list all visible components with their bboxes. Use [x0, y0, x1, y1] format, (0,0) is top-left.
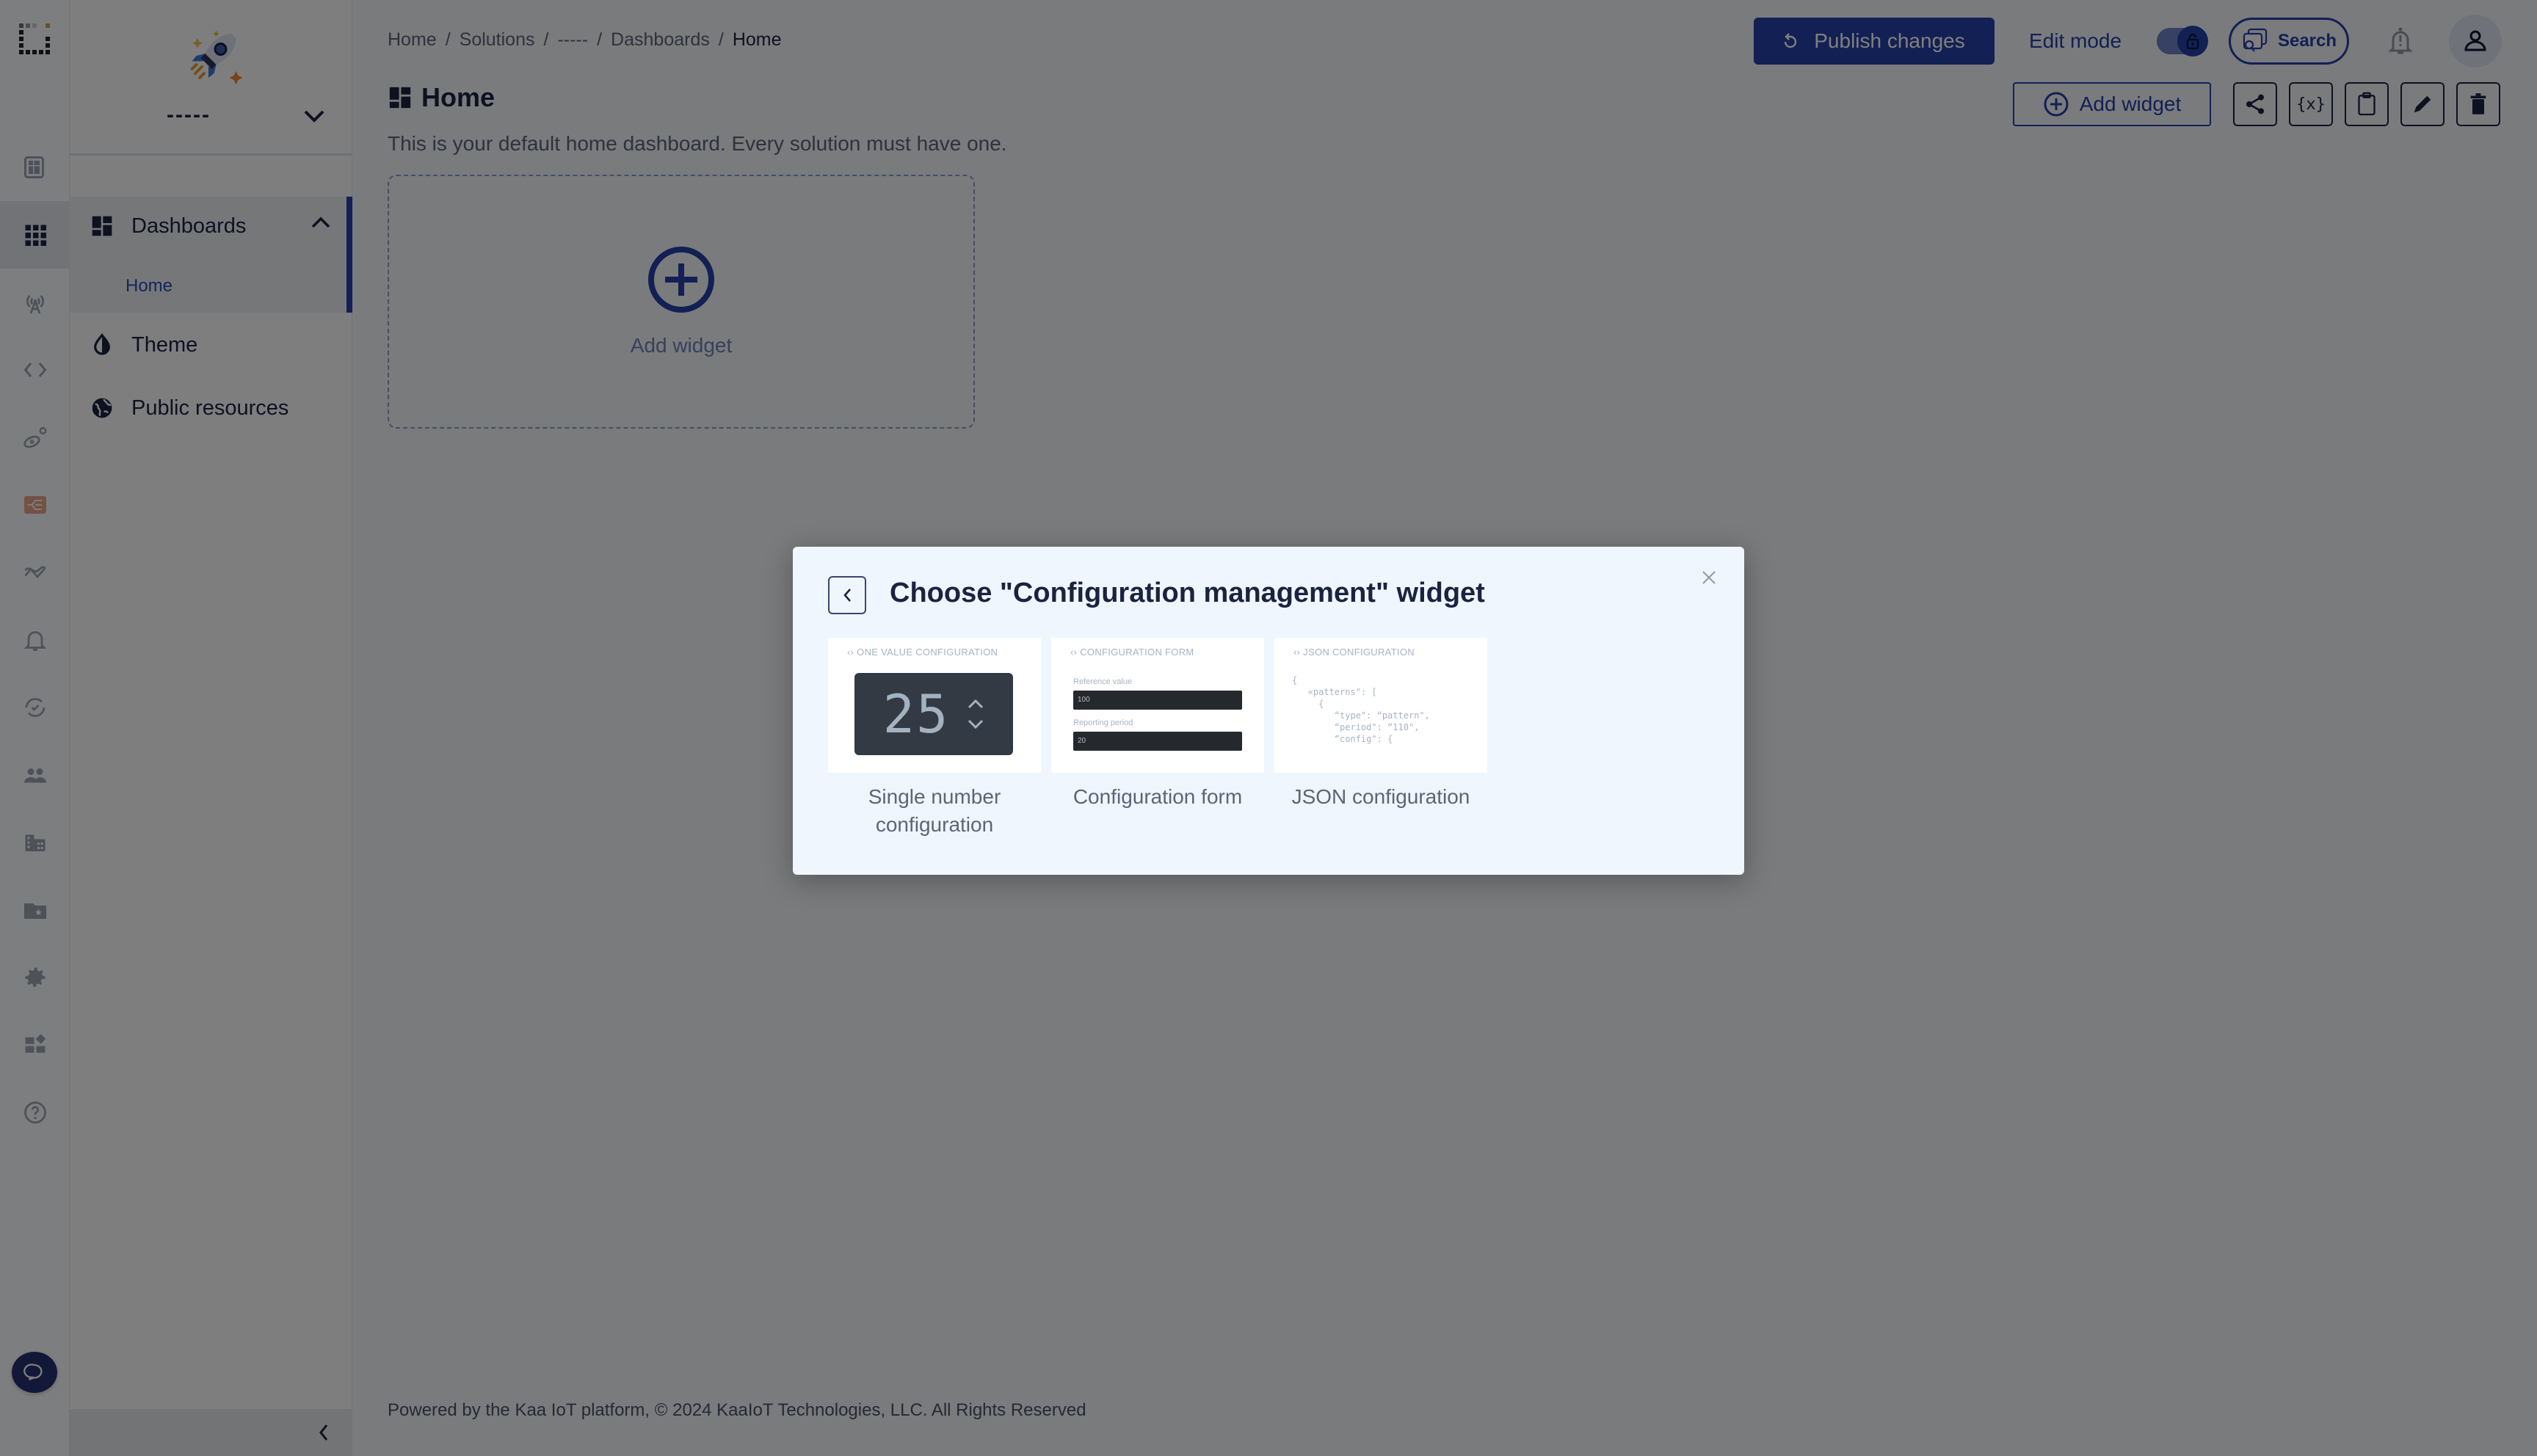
widget-preview: ‹› CONFIGURATION FORM Reference value 10… — [1051, 638, 1264, 773]
widget-option-single-number[interactable]: ‹› ONE VALUE CONFIGURATION 25 Single num… — [828, 638, 1041, 836]
chevron-down-icon — [968, 719, 984, 729]
widget-option-caption: JSON configuration — [1291, 785, 1470, 808]
back-button[interactable] — [828, 576, 866, 614]
chevron-left-icon — [843, 589, 851, 602]
widget-preview: ‹› JSON CONFIGURATION { «patterns": [ { … — [1274, 638, 1487, 773]
choose-widget-dialog: Choose "Configuration management" widget… — [793, 547, 1744, 875]
widget-option-caption: Single number configuration — [868, 785, 1001, 836]
preview-field-value: 20 — [1073, 732, 1242, 751]
close-icon — [1702, 571, 1716, 584]
preview-header: ‹› JSON CONFIGURATION — [1293, 647, 1415, 658]
preview-field-value: 100 — [1073, 691, 1242, 710]
dialog-title: Choose "Configuration management" widget — [890, 578, 1485, 608]
widget-preview: ‹› ONE VALUE CONFIGURATION 25 — [828, 638, 1041, 773]
widget-option-configuration-form[interactable]: ‹› CONFIGURATION FORM Reference value 10… — [1051, 638, 1264, 827]
preview-header: ‹› ONE VALUE CONFIGURATION — [847, 647, 998, 658]
preview-json-code: { «patterns": [ { “type": “pattern", “pe… — [1292, 675, 1430, 744]
chevron-up-icon — [968, 699, 984, 709]
widget-option-caption: Configuration form — [1072, 785, 1243, 808]
preview-field-label: Reference value — [1073, 677, 1133, 686]
close-button[interactable] — [1696, 564, 1722, 591]
preview-header: ‹› CONFIGURATION FORM — [1070, 647, 1194, 658]
preview-field-label: Reporting period — [1073, 718, 1133, 727]
widget-option-json-configuration[interactable]: ‹› JSON CONFIGURATION { «patterns": [ { … — [1274, 638, 1487, 827]
lcd-value: 25 — [882, 683, 950, 745]
lcd-display: 25 — [854, 673, 1013, 755]
